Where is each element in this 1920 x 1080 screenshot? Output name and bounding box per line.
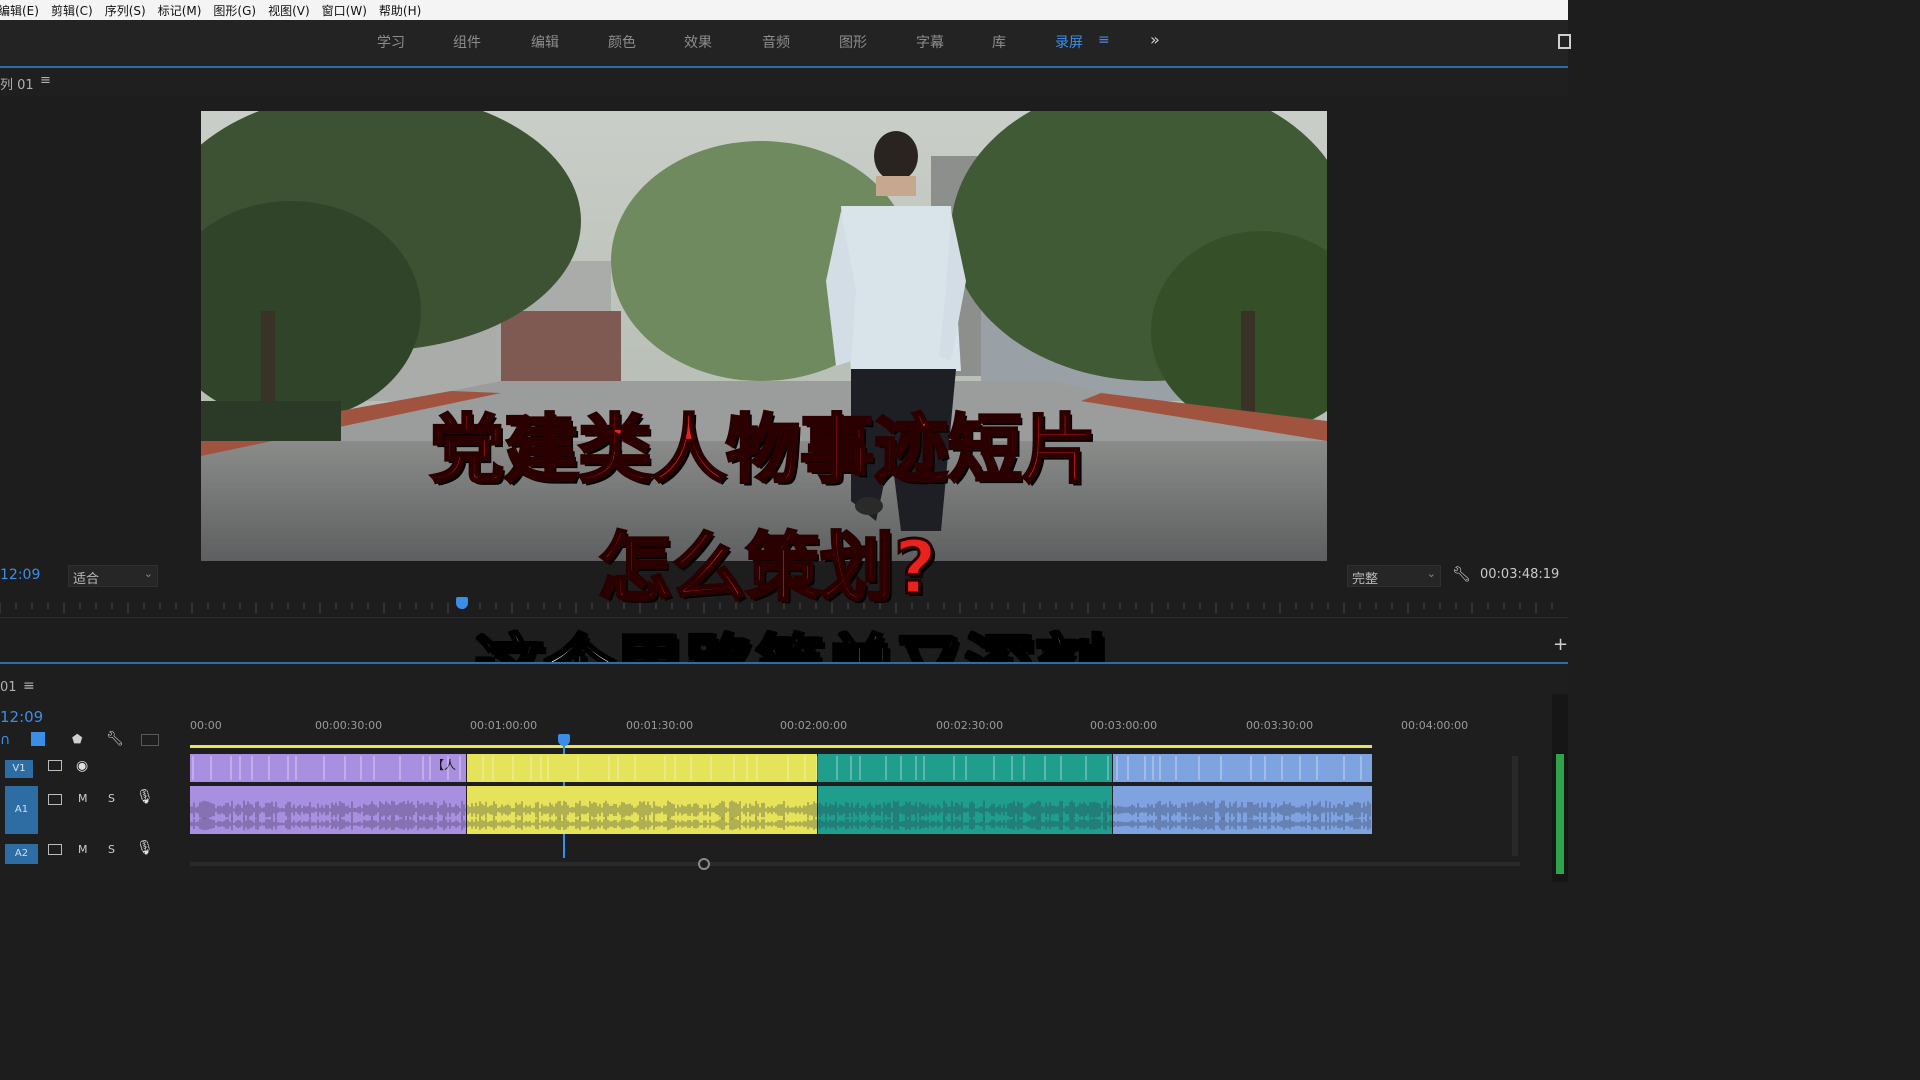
duration-timecode: 00:03:48:19 [1480, 567, 1560, 582]
mic-icon[interactable]: 🎙︎ [136, 840, 154, 856]
mute-button[interactable]: M [78, 843, 88, 856]
panel-icon[interactable] [1558, 34, 1571, 49]
workspace-bar: 学习 组件 编辑 颜色 效果 音频 图形 字幕 库 录屏 ≡ » [0, 20, 1571, 68]
work-area-bar[interactable] [190, 745, 1372, 748]
tab-libraries[interactable]: 库 [992, 32, 1006, 52]
ruler-label: 00:02:00:00 [780, 719, 848, 732]
track-target-a2[interactable]: A2 [5, 844, 38, 864]
tab-audio[interactable]: 音频 [762, 32, 790, 52]
timeline-timecode[interactable]: 12:09 [0, 708, 43, 726]
chevron-right-double-icon[interactable]: » [1150, 30, 1160, 49]
ruler-label: 00:01:00:00 [470, 719, 538, 732]
timeline-sequence-name[interactable]: 01 [0, 680, 17, 695]
chevron-down-icon: ⌄ [1426, 567, 1436, 580]
track-toggle-icon[interactable] [48, 760, 62, 771]
playback-resolution-dropdown[interactable]: 完整 ⌄ [1347, 565, 1441, 587]
track-header-v1: V1 ◉ [0, 754, 190, 782]
ruler-label: 00:03:30:00 [1246, 719, 1314, 732]
menu-icon[interactable]: ≡ [1098, 32, 1110, 48]
marker-icon[interactable]: ⬟ [72, 732, 82, 746]
playhead-timecode[interactable]: 12:09 [0, 567, 40, 583]
track-toggle-icon[interactable] [48, 794, 62, 805]
menu-window[interactable]: 窗口(W) [322, 2, 367, 19]
track-header-a2: A2 M S 🎙︎ [0, 838, 190, 866]
menu-view[interactable]: 视图(V) [268, 2, 310, 19]
track-target-a1[interactable]: A1 [5, 786, 38, 834]
ruler-label: 00:01:30:00 [626, 719, 694, 732]
wrench-icon[interactable]: 🔧︎ [1452, 565, 1471, 583]
ruler-label: 00:03:00:00 [1090, 719, 1158, 732]
ruler-label: 00:00:30:00 [315, 719, 383, 732]
timeline-panel: 01 ≡ 12:09 ∩ ⬟ 🔧︎ 00:00 00:00:30:00 00:0… [0, 664, 1568, 882]
menu-edit[interactable]: 编辑(E) [0, 2, 39, 19]
zoom-fit-dropdown[interactable]: 适合 ⌄ [68, 565, 158, 587]
tab-editing[interactable]: 编辑 [531, 32, 559, 52]
menu-help[interactable]: 帮助(H) [379, 2, 421, 19]
tab-captions[interactable]: 字幕 [916, 32, 944, 52]
eye-icon[interactable]: ◉ [76, 758, 88, 774]
solo-button[interactable]: S [108, 792, 115, 805]
audio-meter [1552, 694, 1568, 882]
menu-graphics[interactable]: 图形(G) [213, 2, 256, 19]
solo-button[interactable]: S [108, 843, 115, 856]
timeline-ruler[interactable]: 00:00 00:00:30:00 00:01:00:00 00:01:30:0… [190, 716, 1530, 748]
tab-learning[interactable]: 学习 [377, 32, 405, 52]
tab-screen-record[interactable]: 录屏 [1055, 32, 1083, 52]
tab-assembly[interactable]: 组件 [453, 32, 481, 52]
audio-meter-level [1556, 754, 1564, 874]
menu-sequence[interactable]: 序列(S) [105, 2, 146, 19]
track-header-a1: A1 M S 🎙︎ [0, 786, 190, 834]
timeline-playhead[interactable] [558, 734, 570, 746]
zoom-fit-value: 适合 [73, 572, 100, 587]
track-target-v1[interactable]: V1 [5, 760, 33, 778]
mic-icon[interactable]: 🎙︎ [136, 789, 154, 805]
sequence-name[interactable]: 列 01 [0, 74, 34, 93]
tab-effects[interactable]: 效果 [684, 32, 712, 52]
ruler-label: 00:00 [190, 719, 222, 732]
menu-icon[interactable]: ≡ [40, 73, 51, 88]
menu-clip[interactable]: 剪辑(C) [51, 2, 93, 19]
ruler-label: 00:04:00:00 [1401, 719, 1469, 732]
add-icon[interactable]: + [1553, 634, 1568, 655]
linked-selection-icon[interactable] [31, 732, 45, 746]
tab-graphics[interactable]: 图形 [839, 32, 867, 52]
menu-markers[interactable]: 标记(M) [158, 2, 202, 19]
captions-icon[interactable] [141, 734, 159, 746]
vertical-scrollbar[interactable] [1512, 756, 1518, 856]
resolution-value: 完整 [1352, 572, 1379, 587]
menu-icon[interactable]: ≡ [23, 678, 35, 694]
track-toggle-icon[interactable] [48, 844, 62, 855]
tab-color[interactable]: 颜色 [608, 32, 636, 52]
menu-bar: 编辑(E) 剪辑(C) 序列(S) 标记(M) 图形(G) 视图(V) 窗口(W… [0, 0, 1568, 20]
wrench-icon[interactable]: 🔧︎ [106, 731, 124, 747]
mute-button[interactable]: M [78, 792, 88, 805]
scroll-handle[interactable] [698, 858, 710, 870]
ruler-label: 00:02:30:00 [936, 719, 1004, 732]
timeline-horizontal-scrollbar[interactable] [190, 858, 1520, 870]
snap-icon[interactable]: ∩ [0, 732, 10, 748]
clip-detail-overlay [190, 756, 1371, 831]
monitor-playhead[interactable] [456, 597, 468, 609]
chevron-down-icon: ⌄ [143, 567, 153, 580]
program-monitor-header: 列 01 ≡ [0, 68, 1568, 96]
monitor-controls: 12:09 适合 ⌄ 完整 ⌄ 🔧︎ 00:03:48:19 [0, 563, 1568, 589]
title-line-1: 党建类人物事迹短片 [429, 406, 1098, 495]
